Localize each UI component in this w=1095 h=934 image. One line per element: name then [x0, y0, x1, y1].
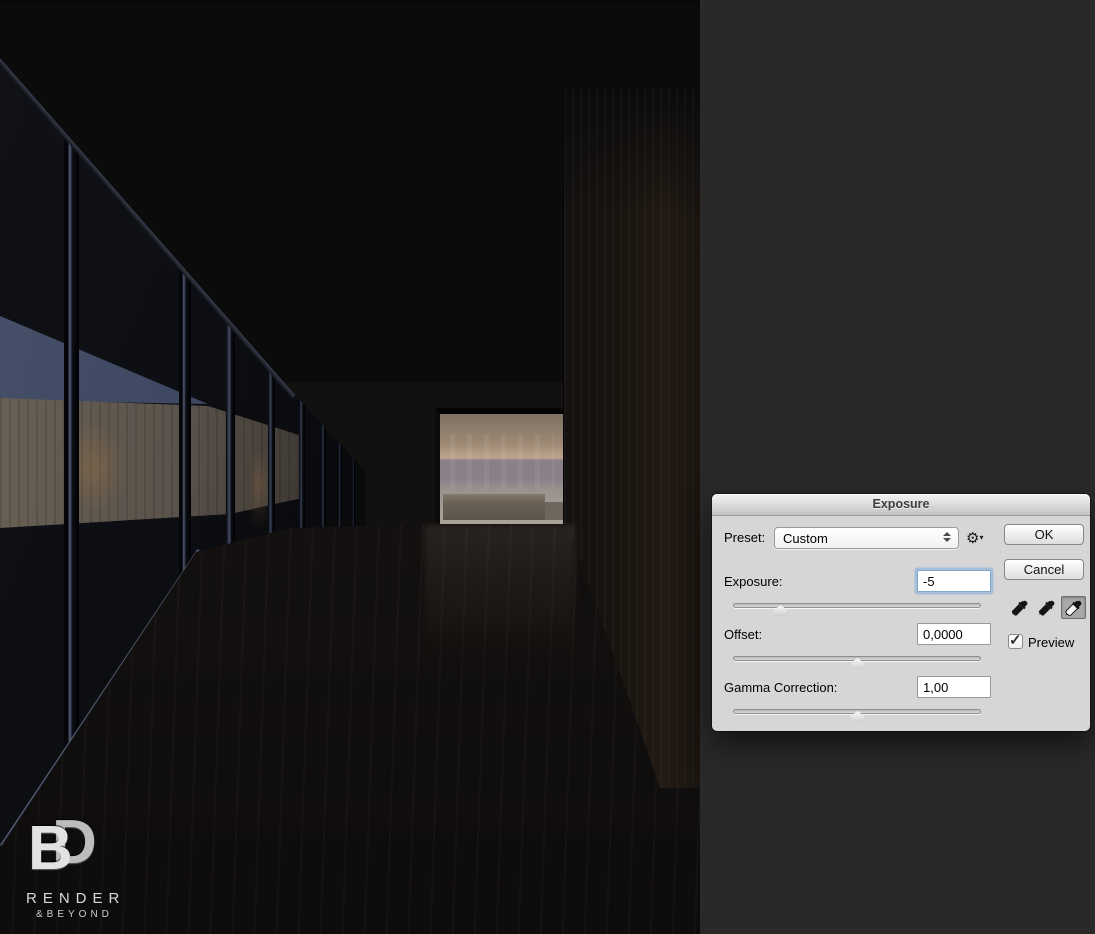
preset-options-button[interactable]: ⚙▾ — [966, 528, 992, 548]
preview-label: Preview — [1028, 635, 1075, 650]
exposure-label: Exposure: — [724, 574, 783, 589]
dropdown-arrows-icon — [943, 532, 951, 542]
cancel-button[interactable]: Cancel — [1004, 559, 1084, 580]
preset-label: Preset: — [724, 530, 766, 545]
white-point-eyedropper-button[interactable] — [1061, 596, 1086, 619]
eyedropper-icon — [1038, 600, 1054, 616]
checkmark-icon: ✓ — [1009, 632, 1022, 649]
exposure-slider-track[interactable] — [733, 603, 981, 608]
window-floor-reflection — [425, 525, 575, 660]
exposure-input[interactable] — [917, 570, 991, 592]
logo-text-render: RENDER — [26, 890, 126, 907]
terrace-platform — [443, 494, 545, 520]
dialog-titlebar[interactable]: Exposure — [712, 494, 1090, 516]
preset-dropdown[interactable]: Custom — [774, 527, 959, 549]
eyedropper-icon — [1064, 600, 1081, 617]
ok-button[interactable]: OK — [1004, 524, 1084, 545]
preview-checkbox[interactable]: ✓ — [1008, 632, 1023, 649]
watermark-logo: D B RENDER &BEYOND — [26, 810, 156, 921]
logo-letter-b: B — [28, 814, 73, 883]
exposure-dialog: Exposure Preset: Custom ⚙▾ OK Cancel Exp… — [712, 494, 1090, 731]
offset-input[interactable] — [917, 623, 991, 645]
dialog-title: Exposure — [872, 497, 930, 511]
dialog-body: Preset: Custom ⚙▾ OK Cancel Exposure: Of… — [712, 516, 1090, 731]
preset-selected-value: Custom — [783, 531, 828, 546]
caret-down-icon: ▾ — [979, 533, 984, 542]
rendered-image-canvas[interactable]: D B RENDER &BEYOND — [0, 0, 700, 934]
black-point-eyedropper-button[interactable] — [1007, 596, 1032, 619]
gamma-label: Gamma Correction: — [724, 680, 838, 695]
gear-icon: ⚙ — [966, 529, 980, 547]
gamma-input[interactable] — [917, 676, 991, 698]
logo-monogram: D B — [26, 810, 156, 886]
gray-point-eyedropper-button[interactable] — [1034, 596, 1059, 619]
offset-label: Offset: — [724, 627, 763, 642]
photoshop-workspace: D B RENDER &BEYOND Exposure Preset: Cust… — [0, 0, 1095, 934]
image-top-edge — [0, 0, 700, 5]
eyedropper-icon — [1011, 600, 1027, 616]
logo-text-beyond: &BEYOND — [36, 909, 113, 920]
